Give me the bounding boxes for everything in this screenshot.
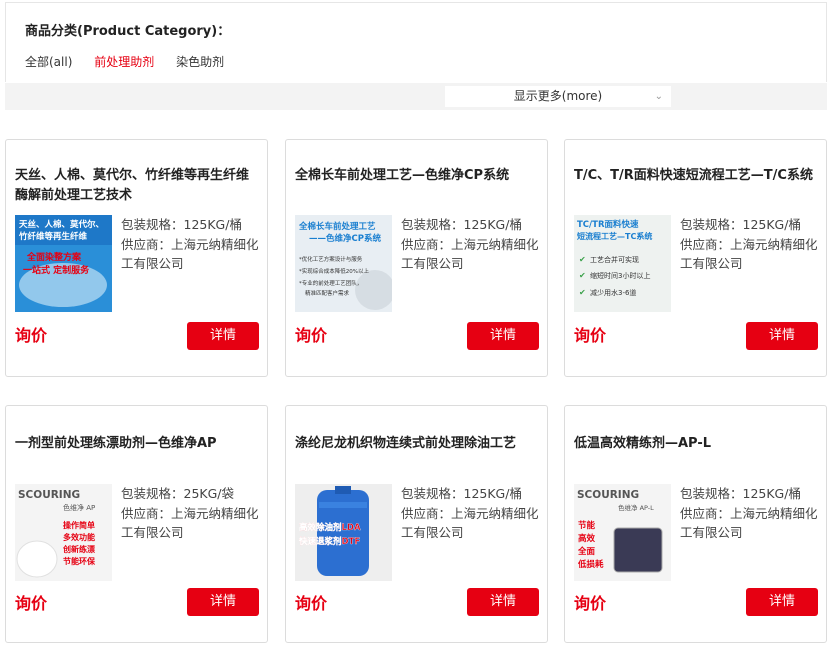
product-card[interactable]: 全棉长车前处理工艺—色维净CP系统 全棉长车前处理工艺 ——色维净CP系统 *优…: [285, 139, 548, 377]
product-title[interactable]: 天丝、人棉、莫代尔、竹纤维等再生纤维 酶解前处理工艺技术: [15, 166, 255, 206]
image-text: 高效除油剂LDA: [299, 522, 361, 533]
filter-pretreatment[interactable]: 前处理助剂: [94, 55, 154, 69]
product-spec: 包装规格：125KG/桶 供应商：上海元纳精细化工有限公司: [121, 215, 261, 274]
image-text: 全面染整方案: [26, 251, 82, 263]
price-inquiry: 询价: [295, 594, 328, 613]
price-inquiry: 询价: [15, 594, 48, 613]
package-spec: 包装规格：125KG/桶: [121, 217, 242, 232]
product-spec: 包装规格：125KG/桶 供应商：上海元纳精细化工有限公司: [680, 484, 820, 543]
filter-dyeing[interactable]: 染色助剂: [176, 55, 224, 69]
category-filters: 全部(all) 前处理助剂 染色助剂: [25, 53, 242, 70]
image-text: 天丝、人棉、莫代尔、: [19, 219, 104, 230]
product-image[interactable]: TC/TR面料快速 短流程工艺—TC系统 ✔ 工艺合并可实现 ✔ 缩短时间3小时…: [574, 215, 671, 312]
package-spec: 包装规格：125KG/桶: [680, 486, 801, 501]
product-title[interactable]: 一剂型前处理练漂助剂—色维净AP: [15, 434, 255, 454]
supplier: 供应商：上海元纳精细化工有限公司: [121, 505, 259, 541]
price-inquiry: 询价: [574, 326, 607, 345]
package-spec: 包装规格：125KG/桶: [401, 486, 522, 501]
product-image[interactable]: SCOURING 色维净 AP-L 节能 高效 全面 低损耗: [574, 484, 671, 581]
image-text: 色维净 AP: [63, 503, 95, 512]
product-card[interactable]: 低温高效精练剂—AP-L SCOURING 色维净 AP-L 节能 高效 全面 …: [564, 405, 827, 643]
image-text: *优化工艺方案设计与服务: [299, 255, 363, 263]
image-text: 高效: [578, 533, 596, 544]
product-title[interactable]: T/C、T/R面料快速短流程工艺—T/C系统: [574, 166, 814, 186]
product-card[interactable]: 涤纶尼龙机织物连续式前处理除油工艺 高效除油剂LDA 快速退浆剂DTF 包装规格…: [285, 405, 548, 643]
product-title[interactable]: 全棉长车前处理工艺—色维净CP系统: [295, 166, 535, 186]
price-inquiry: 询价: [15, 326, 48, 345]
image-text: 节能: [578, 520, 596, 531]
category-panel: 商品分类(Product Category)： 全部(all) 前处理助剂 染色…: [5, 2, 827, 82]
image-text: 低损耗: [577, 559, 604, 570]
product-image[interactable]: SCOURING 色维净 AP 操作简单 多效功能 创新练漂 节能环保: [15, 484, 112, 581]
show-more-label: 显示更多(more): [513, 89, 603, 103]
product-card[interactable]: 天丝、人棉、莫代尔、竹纤维等再生纤维 酶解前处理工艺技术 天丝、人棉、莫代尔、 …: [5, 139, 268, 377]
supplier: 供应商：上海元纳精细化工有限公司: [680, 505, 818, 541]
supplier: 供应商：上海元纳精细化工有限公司: [401, 236, 539, 272]
image-text: 全棉长车前处理工艺: [298, 221, 376, 232]
product-image[interactable]: 天丝、人棉、莫代尔、 竹纤维等再生纤维 全面染整方案 一站式 定制服务: [15, 215, 112, 312]
image-text: 缩短时间3小时以上: [590, 271, 650, 280]
image-text: 色维净 AP-L: [618, 503, 654, 512]
product-title[interactable]: 涤纶尼龙机织物连续式前处理除油工艺: [295, 434, 535, 454]
image-text: 一站式 定制服务: [23, 264, 90, 276]
svg-text:✔: ✔: [579, 255, 586, 264]
image-text: *专业的前处理工艺团队，: [299, 279, 362, 287]
product-spec: 包装规格：125KG/桶 供应商：上海元纳精细化工有限公司: [680, 215, 820, 274]
image-text: 工艺合并可实现: [590, 255, 639, 264]
show-more-bar: 显示更多(more) ⌄: [5, 83, 827, 110]
price-inquiry: 询价: [295, 326, 328, 345]
image-text: ——色维净CP系统: [309, 233, 381, 244]
image-text: TC/TR面料快速: [577, 219, 639, 230]
image-text: 创新练漂: [62, 544, 95, 554]
detail-button[interactable]: 详情: [187, 588, 259, 616]
product-card[interactable]: T/C、T/R面料快速短流程工艺—T/C系统 TC/TR面料快速 短流程工艺—T…: [564, 139, 827, 377]
detail-button[interactable]: 详情: [746, 322, 818, 350]
detail-button[interactable]: 详情: [187, 322, 259, 350]
detail-button[interactable]: 详情: [467, 588, 539, 616]
product-spec: 包装规格：125KG/桶 供应商：上海元纳精细化工有限公司: [401, 215, 541, 274]
image-text: *实现综合成本降低20%以上: [299, 267, 369, 275]
product-image[interactable]: 高效除油剂LDA 快速退浆剂DTF: [295, 484, 392, 581]
image-text: 快速退浆剂DTF: [299, 536, 360, 547]
package-spec: 包装规格：125KG/桶: [680, 217, 801, 232]
chevron-down-icon: ⌄: [654, 91, 663, 102]
image-text: 多效功能: [63, 532, 95, 542]
supplier: 供应商：上海元纳精细化工有限公司: [401, 505, 539, 541]
package-spec: 包装规格：125KG/桶: [401, 217, 522, 232]
image-text: 减少用水3-6道: [590, 288, 636, 297]
product-spec: 包装规格：125KG/桶 供应商：上海元纳精细化工有限公司: [401, 484, 541, 543]
detail-button[interactable]: 详情: [746, 588, 818, 616]
image-text: SCOURING: [18, 489, 80, 501]
supplier: 供应商：上海元纳精细化工有限公司: [121, 236, 259, 272]
product-spec: 包装规格：25KG/袋 供应商：上海元纳精细化工有限公司: [121, 484, 261, 543]
show-more-button[interactable]: 显示更多(more) ⌄: [445, 86, 671, 107]
svg-text:✔: ✔: [579, 288, 586, 297]
supplier: 供应商：上海元纳精细化工有限公司: [680, 236, 818, 272]
filter-all[interactable]: 全部(all): [25, 55, 72, 69]
image-text: 操作简单: [63, 520, 95, 530]
detail-button[interactable]: 详情: [467, 322, 539, 350]
price-inquiry: 询价: [574, 594, 607, 613]
product-card[interactable]: 一剂型前处理练漂助剂—色维净AP SCOURING 色维净 AP 操作简单 多效…: [5, 405, 268, 643]
image-text: 精准匹配客户需求: [305, 289, 350, 297]
image-text: 竹纤维等再生纤维: [18, 231, 88, 242]
image-text: SCOURING: [577, 489, 639, 501]
product-image[interactable]: 全棉长车前处理工艺 ——色维净CP系统 *优化工艺方案设计与服务 *实现综合成本…: [295, 215, 392, 312]
category-title: 商品分类(Product Category)：: [25, 24, 231, 39]
image-text: 全面: [577, 546, 596, 557]
image-text: 节能环保: [63, 556, 96, 566]
package-spec: 包装规格：25KG/袋: [121, 486, 235, 501]
image-text: 短流程工艺—TC系统: [577, 231, 652, 241]
product-title[interactable]: 低温高效精练剂—AP-L: [574, 434, 814, 454]
svg-text:✔: ✔: [579, 271, 586, 280]
